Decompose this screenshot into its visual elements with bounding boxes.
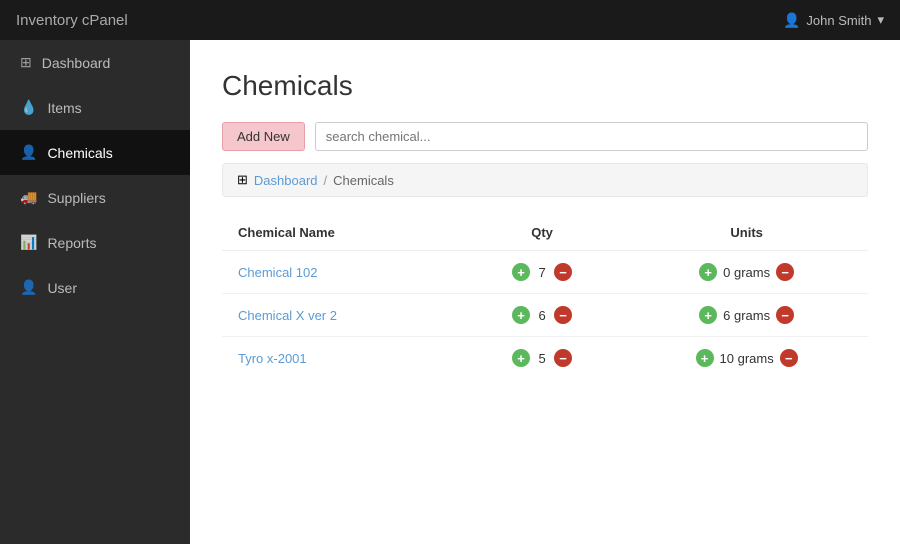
table-row: Tyro x-2001 + 5 − + 10 grams − — [222, 337, 868, 380]
sidebar-item-label: Items — [47, 100, 81, 116]
user-label: John Smith — [806, 13, 871, 28]
units-value: 6 grams — [723, 308, 770, 323]
breadcrumb-home-link[interactable]: Dashboard — [254, 173, 318, 188]
chem-qty-cell: + 5 − — [459, 337, 625, 380]
chem-name-cell: Chemical X ver 2 — [222, 294, 459, 337]
sidebar-item-label: Suppliers — [47, 190, 105, 206]
chem-qty-cell: + 7 − — [459, 251, 625, 294]
sidebar-item-label: Reports — [47, 235, 96, 251]
sidebar: ⊞ Dashboard 💧 Items 👤 Chemicals 🚚 Suppli… — [0, 40, 190, 544]
chevron-down-icon: ▾ — [877, 12, 884, 28]
user-menu[interactable]: 👤 John Smith ▾ — [783, 12, 884, 29]
items-icon: 💧 — [20, 99, 37, 116]
dashboard-icon: ⊞ — [20, 54, 32, 71]
units-value: 10 grams — [720, 351, 774, 366]
main-content: Chemicals Add New ⊞ Dashboard / Chemical… — [190, 40, 900, 544]
sidebar-item-label: Chemicals — [47, 145, 112, 161]
qty-value: 5 — [536, 351, 548, 366]
qty-decrease-button[interactable]: − — [554, 349, 572, 367]
chemicals-table: Chemical Name Qty Units Chemical 102 + 7… — [222, 215, 868, 379]
user-icon: 👤 — [783, 12, 800, 29]
user-nav-icon: 👤 — [20, 279, 37, 296]
chem-name-link[interactable]: Tyro x-2001 — [238, 351, 307, 366]
page-title: Chemicals — [222, 70, 868, 102]
suppliers-icon: 🚚 — [20, 189, 37, 206]
col-header-units: Units — [625, 215, 868, 251]
chem-name-cell: Tyro x-2001 — [222, 337, 459, 380]
chem-name-cell: Chemical 102 — [222, 251, 459, 294]
table-row: Chemical 102 + 7 − + 0 grams − — [222, 251, 868, 294]
table-row: Chemical X ver 2 + 6 − + 6 grams − — [222, 294, 868, 337]
qty-increase-button[interactable]: + — [512, 349, 530, 367]
units-decrease-button[interactable]: − — [780, 349, 798, 367]
col-header-name: Chemical Name — [222, 215, 459, 251]
qty-increase-button[interactable]: + — [512, 263, 530, 281]
qty-value: 7 — [536, 265, 548, 280]
sidebar-item-dashboard[interactable]: ⊞ Dashboard — [0, 40, 190, 85]
chemicals-icon: 👤 — [20, 144, 37, 161]
sidebar-item-label: User — [47, 280, 77, 296]
breadcrumb-separator: / — [324, 173, 328, 188]
breadcrumb-current: Chemicals — [333, 173, 394, 188]
qty-decrease-button[interactable]: − — [554, 306, 572, 324]
toolbar: Add New — [222, 122, 868, 151]
sidebar-item-suppliers[interactable]: 🚚 Suppliers — [0, 175, 190, 220]
chem-units-cell: + 6 grams − — [625, 294, 868, 337]
qty-decrease-button[interactable]: − — [554, 263, 572, 281]
app-brand: Inventory cPanel — [16, 12, 128, 29]
units-increase-button[interactable]: + — [699, 306, 717, 324]
sidebar-item-user[interactable]: 👤 User — [0, 265, 190, 310]
units-value: 0 grams — [723, 265, 770, 280]
search-input[interactable] — [315, 122, 868, 151]
chem-name-link[interactable]: Chemical X ver 2 — [238, 308, 337, 323]
chem-units-cell: + 0 grams − — [625, 251, 868, 294]
sidebar-item-items[interactable]: 💧 Items — [0, 85, 190, 130]
sidebar-item-reports[interactable]: 📊 Reports — [0, 220, 190, 265]
sidebar-item-chemicals[interactable]: 👤 Chemicals — [0, 130, 190, 175]
units-decrease-button[interactable]: − — [776, 306, 794, 324]
navbar: Inventory cPanel 👤 John Smith ▾ — [0, 0, 900, 40]
table-header-row: Chemical Name Qty Units — [222, 215, 868, 251]
layout: ⊞ Dashboard 💧 Items 👤 Chemicals 🚚 Suppli… — [0, 40, 900, 544]
qty-value: 6 — [536, 308, 548, 323]
reports-icon: 📊 — [20, 234, 37, 251]
units-increase-button[interactable]: + — [699, 263, 717, 281]
chem-name-link[interactable]: Chemical 102 — [238, 265, 318, 280]
breadcrumb: ⊞ Dashboard / Chemicals — [222, 163, 868, 197]
units-decrease-button[interactable]: − — [776, 263, 794, 281]
units-increase-button[interactable]: + — [696, 349, 714, 367]
qty-increase-button[interactable]: + — [512, 306, 530, 324]
chem-qty-cell: + 6 − — [459, 294, 625, 337]
add-new-button[interactable]: Add New — [222, 122, 305, 151]
sidebar-item-label: Dashboard — [42, 55, 111, 71]
breadcrumb-home-icon: ⊞ — [237, 172, 248, 188]
col-header-qty: Qty — [459, 215, 625, 251]
chem-units-cell: + 10 grams − — [625, 337, 868, 380]
